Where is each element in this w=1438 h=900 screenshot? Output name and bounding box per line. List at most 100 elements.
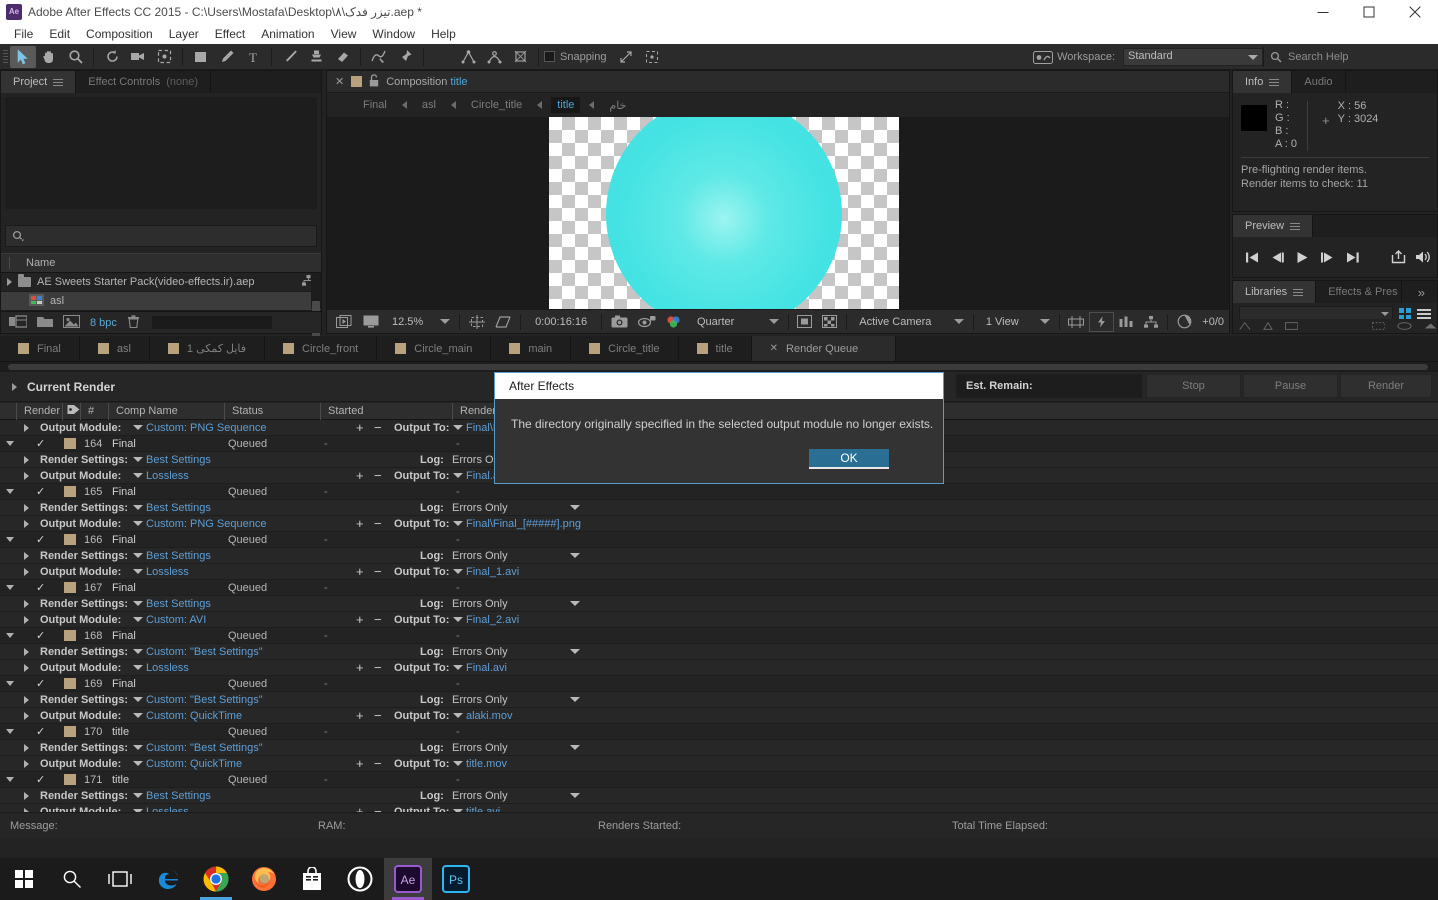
- chevron-down-icon[interactable]: [133, 425, 143, 430]
- chevron-down-icon[interactable]: [570, 601, 580, 606]
- after-effects-button[interactable]: Ae: [384, 858, 432, 900]
- render-settings-value[interactable]: Best Settings: [146, 598, 211, 610]
- disclosure-triangle-icon[interactable]: [24, 423, 29, 432]
- resolution-select[interactable]: Quarter: [687, 312, 764, 332]
- tab-effects-presets[interactable]: Effects & Pres: [1316, 281, 1403, 303]
- chevron-down-icon[interactable]: [133, 553, 143, 558]
- disclosure-triangle-icon[interactable]: [24, 711, 29, 720]
- chevron-down-icon[interactable]: [133, 521, 143, 526]
- chevron-down-icon[interactable]: [453, 473, 463, 478]
- project-row-asl-1[interactable]: asl: [1, 292, 321, 311]
- render-checkbox[interactable]: ✓: [36, 773, 45, 786]
- keyframe-hold-tool[interactable]: [507, 46, 533, 68]
- new-comp-icon[interactable]: [9, 314, 28, 331]
- chevron-down-icon[interactable]: [453, 425, 463, 430]
- disclosure-triangle-icon[interactable]: [6, 441, 14, 446]
- brush-tool[interactable]: [277, 46, 303, 68]
- maximize-button[interactable]: [1346, 0, 1392, 24]
- remove-output-module-button[interactable]: −: [374, 660, 382, 675]
- disclosure-triangle-icon[interactable]: [24, 551, 29, 560]
- render-settings-value[interactable]: Custom: "Best Settings": [146, 646, 263, 658]
- remove-output-module-button[interactable]: −: [374, 468, 382, 483]
- render-checkbox[interactable]: ✓: [36, 485, 45, 498]
- camera-dropdown-arrow[interactable]: [949, 312, 969, 332]
- queue-item-row[interactable]: ✓ 168 Final Queued - -: [0, 628, 1438, 644]
- resolution-dropdown-arrow[interactable]: [764, 312, 784, 332]
- chevron-down-icon[interactable]: [133, 713, 143, 718]
- comp-tab-asl[interactable]: asl: [80, 336, 150, 361]
- snap-bounds-tool[interactable]: [639, 46, 665, 68]
- edge-button[interactable]: [144, 858, 192, 900]
- firefox-button[interactable]: [240, 858, 288, 900]
- chevron-down-icon[interactable]: [133, 569, 143, 574]
- disclosure-triangle-icon[interactable]: [24, 567, 29, 576]
- workspace-select[interactable]: Standard: [1123, 48, 1263, 66]
- disclosure-triangle-icon[interactable]: [24, 615, 29, 624]
- panel-menu-icon[interactable]: [53, 77, 64, 88]
- disclosure-triangle-icon[interactable]: [7, 278, 12, 286]
- minimize-button[interactable]: [1300, 0, 1346, 24]
- pan-behind-tool[interactable]: [151, 46, 177, 68]
- shape-tool[interactable]: [188, 46, 214, 68]
- chevron-down-icon[interactable]: [453, 617, 463, 622]
- delete-icon[interactable]: [127, 314, 140, 331]
- scrollbar-thumb[interactable]: [8, 364, 1428, 370]
- breadcrumb-title[interactable]: title: [551, 97, 581, 113]
- new-folder-icon[interactable]: [37, 315, 53, 330]
- keyframe-linear-tool[interactable]: [455, 46, 481, 68]
- toolbar-grip[interactable]: [0, 44, 10, 70]
- column-number[interactable]: #: [80, 403, 94, 420]
- queue-item-row[interactable]: ✓ 170 title Queued - -: [0, 724, 1438, 740]
- output-module-value[interactable]: Custom: QuickTime: [146, 710, 242, 722]
- render-checkbox[interactable]: ✓: [36, 629, 45, 642]
- next-frame-button[interactable]: [1316, 246, 1338, 268]
- zoom-level-select[interactable]: 12.5%: [384, 312, 435, 332]
- menu-file[interactable]: File: [6, 26, 41, 42]
- remove-output-module-button[interactable]: −: [374, 756, 382, 771]
- play-button[interactable]: [1291, 246, 1313, 268]
- log-value[interactable]: Errors Only: [452, 742, 508, 754]
- chevron-down-icon[interactable]: [570, 745, 580, 750]
- disclosure-triangle-icon[interactable]: [24, 695, 29, 704]
- project-search-input[interactable]: [5, 225, 317, 247]
- log-value[interactable]: Errors Only: [452, 502, 508, 514]
- disclosure-triangle-icon[interactable]: [24, 743, 29, 752]
- queue-item-row[interactable]: ✓ 166 Final Queued - -: [0, 532, 1438, 548]
- remove-output-module-button[interactable]: −: [374, 804, 382, 812]
- grid-guides-button[interactable]: [464, 312, 490, 332]
- camera-view-select[interactable]: Active Camera: [851, 312, 949, 332]
- disclosure-triangle-icon[interactable]: [6, 585, 14, 590]
- add-output-module-button[interactable]: +: [356, 660, 364, 675]
- disclosure-triangle-icon[interactable]: [24, 503, 29, 512]
- comp-tab-file-komaki[interactable]: فایل کمکی 1: [150, 336, 265, 361]
- roto-brush-tool[interactable]: [366, 46, 392, 68]
- comp-tab-title[interactable]: title: [679, 336, 752, 361]
- chevron-down-icon[interactable]: [453, 713, 463, 718]
- panel-menu-icon[interactable]: [1293, 287, 1304, 298]
- panel-menu-icon[interactable]: [1290, 221, 1301, 232]
- column-tag[interactable]: [62, 403, 80, 420]
- output-to-value[interactable]: Final_2.avi: [466, 614, 519, 626]
- comp-tab-circle-title[interactable]: Circle_title: [571, 336, 679, 361]
- queue-row-render-settings[interactable]: Render Settings: Best Settings Log: Erro…: [0, 500, 1438, 516]
- comp-tab-render-queue[interactable]: ✕ Render Queue: [751, 336, 897, 361]
- output-to-value[interactable]: Final.avi: [466, 662, 507, 674]
- render-settings-value[interactable]: Custom: "Best Settings": [146, 742, 263, 754]
- view-layout-select[interactable]: 1 View: [978, 312, 1035, 332]
- chevron-down-icon[interactable]: [453, 665, 463, 670]
- queue-row-render-settings[interactable]: Render Settings: Best Settings Log: Erro…: [0, 596, 1438, 612]
- search-help-box[interactable]: Search Help: [1263, 47, 1438, 67]
- selection-tool[interactable]: [10, 45, 36, 68]
- chevron-down-icon[interactable]: [570, 649, 580, 654]
- add-output-module-button[interactable]: +: [356, 756, 364, 771]
- region-of-interest-button[interactable]: [490, 312, 516, 332]
- chevron-down-icon[interactable]: [133, 617, 143, 622]
- disclosure-triangle-icon[interactable]: [6, 489, 14, 494]
- render-settings-value[interactable]: Best Settings: [146, 790, 211, 802]
- queue-row-output-module[interactable]: Output Module: Custom: QuickTime + − Out…: [0, 708, 1438, 724]
- disclosure-triangle-icon[interactable]: [24, 599, 29, 608]
- breadcrumb-circle-title[interactable]: Circle_title: [465, 97, 528, 113]
- disclosure-triangle-icon[interactable]: [6, 777, 14, 782]
- keyframe-ease-tool[interactable]: [481, 46, 507, 68]
- queue-row-render-settings[interactable]: Render Settings: Custom: "Best Settings"…: [0, 644, 1438, 660]
